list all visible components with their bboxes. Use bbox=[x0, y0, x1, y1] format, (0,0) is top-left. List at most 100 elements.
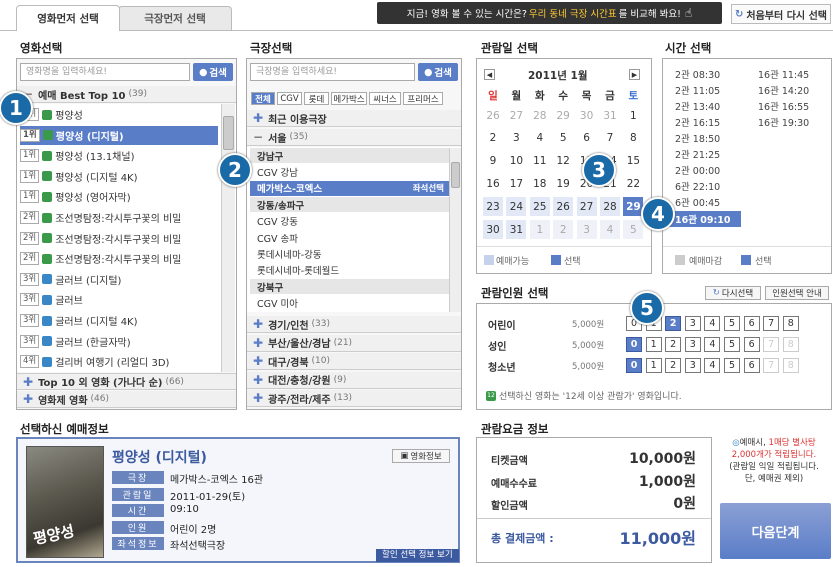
calendar-day[interactable]: 3 bbox=[576, 220, 597, 239]
theater-seoul[interactable]: − 서울 (35) bbox=[247, 129, 461, 146]
showtime[interactable]: 2관 13:40 bbox=[675, 99, 720, 113]
movie-search-button[interactable]: ● 검색 bbox=[193, 63, 233, 81]
next-step-button[interactable]: 다음단계 bbox=[720, 503, 831, 559]
movie-search-input[interactable]: 영화명을 입력하세요! bbox=[20, 63, 190, 81]
theater-recent[interactable]: ✚ 최근 이용극장 bbox=[247, 110, 461, 127]
calendar-day[interactable]: 2 bbox=[553, 220, 574, 239]
showtime[interactable]: 16관 11:45 bbox=[758, 67, 809, 81]
calendar-day[interactable]: 25 bbox=[529, 197, 550, 217]
calendar-day[interactable]: 9 bbox=[483, 152, 503, 171]
showtime[interactable]: 2관 18:50 bbox=[675, 131, 720, 145]
chain-filter-3[interactable]: 메가박스 bbox=[331, 92, 367, 105]
calendar-day[interactable]: 26 bbox=[553, 197, 574, 217]
promo-banner[interactable]: 지금! 영화 볼 수 있는 시간은? 우리 동네 극장 시간표 를 비교해 봐요… bbox=[377, 2, 722, 24]
reset-button[interactable]: ↻ 처음부터 다시 선택 bbox=[731, 4, 831, 24]
calendar-day[interactable]: 28 bbox=[600, 197, 620, 217]
people-count-option[interactable]: 6 bbox=[743, 337, 760, 352]
calendar-day[interactable]: 4 bbox=[600, 220, 620, 239]
theater-search-button[interactable]: ● 검색 bbox=[418, 63, 458, 81]
calendar-day[interactable]: 12 bbox=[553, 152, 573, 171]
movie-list-item[interactable]: 1위 평양성 (영어자막) bbox=[20, 187, 218, 206]
people-count-option[interactable]: 8 bbox=[782, 337, 799, 352]
theater-list-item[interactable]: 롯데시네마-롯데월드 bbox=[250, 263, 450, 278]
people-count-option[interactable]: 3 bbox=[684, 358, 701, 373]
movie-list-item[interactable]: 3위 글러브 (한글자막) bbox=[20, 332, 218, 351]
calendar-day[interactable]: 1 bbox=[623, 106, 643, 125]
reselect-button[interactable]: ↻ 다시선택 bbox=[705, 286, 761, 300]
showtime[interactable]: 16관 14:20 bbox=[758, 83, 809, 97]
movie-scroll-thumb[interactable] bbox=[223, 116, 234, 150]
showtime[interactable]: 2관 16:15 bbox=[675, 115, 720, 129]
next-month-button[interactable]: ▶ bbox=[629, 69, 640, 80]
calendar-day[interactable]: 22 bbox=[623, 174, 643, 193]
calendar-day[interactable]: 15 bbox=[623, 152, 643, 171]
calendar-day[interactable]: 19 bbox=[553, 174, 573, 193]
calendar-day[interactable]: 5 bbox=[623, 220, 644, 239]
theater-scroll-thumb[interactable] bbox=[451, 162, 460, 188]
calendar-day[interactable]: 16 bbox=[483, 174, 503, 193]
people-count-option[interactable]: 0 bbox=[626, 337, 642, 352]
calendar-day[interactable]: 3 bbox=[506, 129, 526, 148]
tab-theater-first[interactable]: 극장먼저 선택 bbox=[118, 6, 232, 30]
calendar-day[interactable]: 31 bbox=[506, 220, 527, 239]
chain-filter-5[interactable]: 프리머스 bbox=[403, 92, 443, 105]
theater-region[interactable]: ✚ 광주/전라/제주 (13) bbox=[247, 390, 461, 408]
calendar-day[interactable]: 17 bbox=[506, 174, 526, 193]
calendar-day[interactable]: 10 bbox=[506, 152, 526, 171]
tab-movie-first[interactable]: 영화먼저 선택 bbox=[16, 5, 120, 31]
prev-month-button[interactable]: ◀ bbox=[484, 69, 495, 80]
showtime[interactable]: 16관 19:30 bbox=[758, 115, 809, 129]
calendar-day[interactable]: 29 bbox=[553, 106, 573, 125]
showtime[interactable]: 16관 16:55 bbox=[758, 99, 809, 113]
calendar-day[interactable]: 1 bbox=[529, 220, 550, 239]
movie-list-item[interactable]: 1위 평양성 (디지털 4K) bbox=[20, 167, 218, 186]
theater-list-item[interactable]: CGV 미아 bbox=[250, 296, 450, 311]
theater-region[interactable]: ✚ 부산/울산/경남 (21) bbox=[247, 334, 461, 352]
calendar-day[interactable]: 18 bbox=[530, 174, 550, 193]
calendar-day[interactable]: 24 bbox=[506, 197, 527, 217]
movie-list-item[interactable]: 3위 글러브 bbox=[20, 290, 218, 309]
showtime[interactable]: 2관 21:25 bbox=[675, 147, 720, 161]
movie-group-other[interactable]: ✚ Top 10 외 영화 (가나다 순) (66) bbox=[17, 373, 236, 390]
people-count-option[interactable]: 7 bbox=[763, 337, 780, 352]
chain-filter-2[interactable]: 롯데 bbox=[304, 92, 329, 105]
showtime[interactable]: 6관 22:10 bbox=[675, 179, 720, 193]
people-count-option[interactable]: 6 bbox=[743, 316, 760, 331]
theater-list-item[interactable]: 메가박스-코엑스 좌석선택 bbox=[250, 180, 450, 196]
chain-filter-4[interactable]: 씨너스 bbox=[369, 92, 401, 105]
people-count-option[interactable]: 3 bbox=[684, 316, 701, 331]
calendar-day[interactable]: 30 bbox=[483, 220, 503, 239]
people-count-option[interactable]: 1 bbox=[645, 337, 662, 352]
people-count-option[interactable]: 6 bbox=[743, 358, 760, 373]
calendar-day[interactable]: 23 bbox=[483, 197, 503, 217]
theater-region[interactable]: ✚ 대전/충청/강원 (9) bbox=[247, 371, 461, 389]
movie-list-item[interactable]: 2위 조선명탐정:각시투구꽃의 비밀 bbox=[20, 249, 218, 268]
movie-list-item[interactable]: 4위 걸리버 여행기 (리얼디 3D) bbox=[20, 352, 218, 371]
people-count-option[interactable]: 5 bbox=[724, 337, 740, 352]
people-count-option[interactable]: 2 bbox=[665, 358, 682, 373]
movie-list-item[interactable]: 2위 조선명탐정:각시투구꽃의 비밀 bbox=[20, 208, 218, 227]
theater-search-input[interactable]: 극장명을 입력하세요! bbox=[250, 63, 415, 81]
movie-list-item[interactable]: 1위 평양성 (디지털) bbox=[20, 125, 218, 145]
movie-info-button[interactable]: ▣ 영화정보 bbox=[392, 449, 450, 463]
showtime[interactable]: 2관 11:05 bbox=[675, 83, 720, 97]
calendar-day[interactable]: 5 bbox=[553, 129, 573, 148]
showtime[interactable]: 2관 00:00 bbox=[675, 163, 720, 177]
movie-scrollbar[interactable] bbox=[221, 104, 235, 372]
people-count-option[interactable]: 2 bbox=[665, 337, 682, 352]
chain-filter-0[interactable]: 전체 bbox=[251, 92, 275, 105]
people-count-option[interactable]: 0 bbox=[626, 358, 642, 373]
calendar-day[interactable]: 28 bbox=[530, 106, 550, 125]
theater-region[interactable]: ✚ 대구/경북 (10) bbox=[247, 353, 461, 371]
calendar-day[interactable]: 2 bbox=[483, 129, 503, 148]
theater-region[interactable]: ✚ 경기/인천 (33) bbox=[247, 316, 461, 333]
theater-list-item[interactable]: CGV 강남 bbox=[250, 164, 450, 179]
movie-list-item[interactable]: 2위 조선명탐정:각시투구꽃의 비밀 bbox=[20, 229, 218, 248]
people-count-option[interactable]: 2 bbox=[665, 316, 682, 331]
people-count-option[interactable]: 5 bbox=[724, 358, 740, 373]
showtime[interactable]: 16관 09:10 bbox=[665, 211, 741, 227]
theater-list-item[interactable]: CGV 강동 bbox=[250, 214, 450, 229]
calendar-day[interactable]: 27 bbox=[576, 197, 597, 217]
chain-filter-1[interactable]: CGV bbox=[277, 92, 302, 105]
calendar-day[interactable]: 30 bbox=[577, 106, 597, 125]
